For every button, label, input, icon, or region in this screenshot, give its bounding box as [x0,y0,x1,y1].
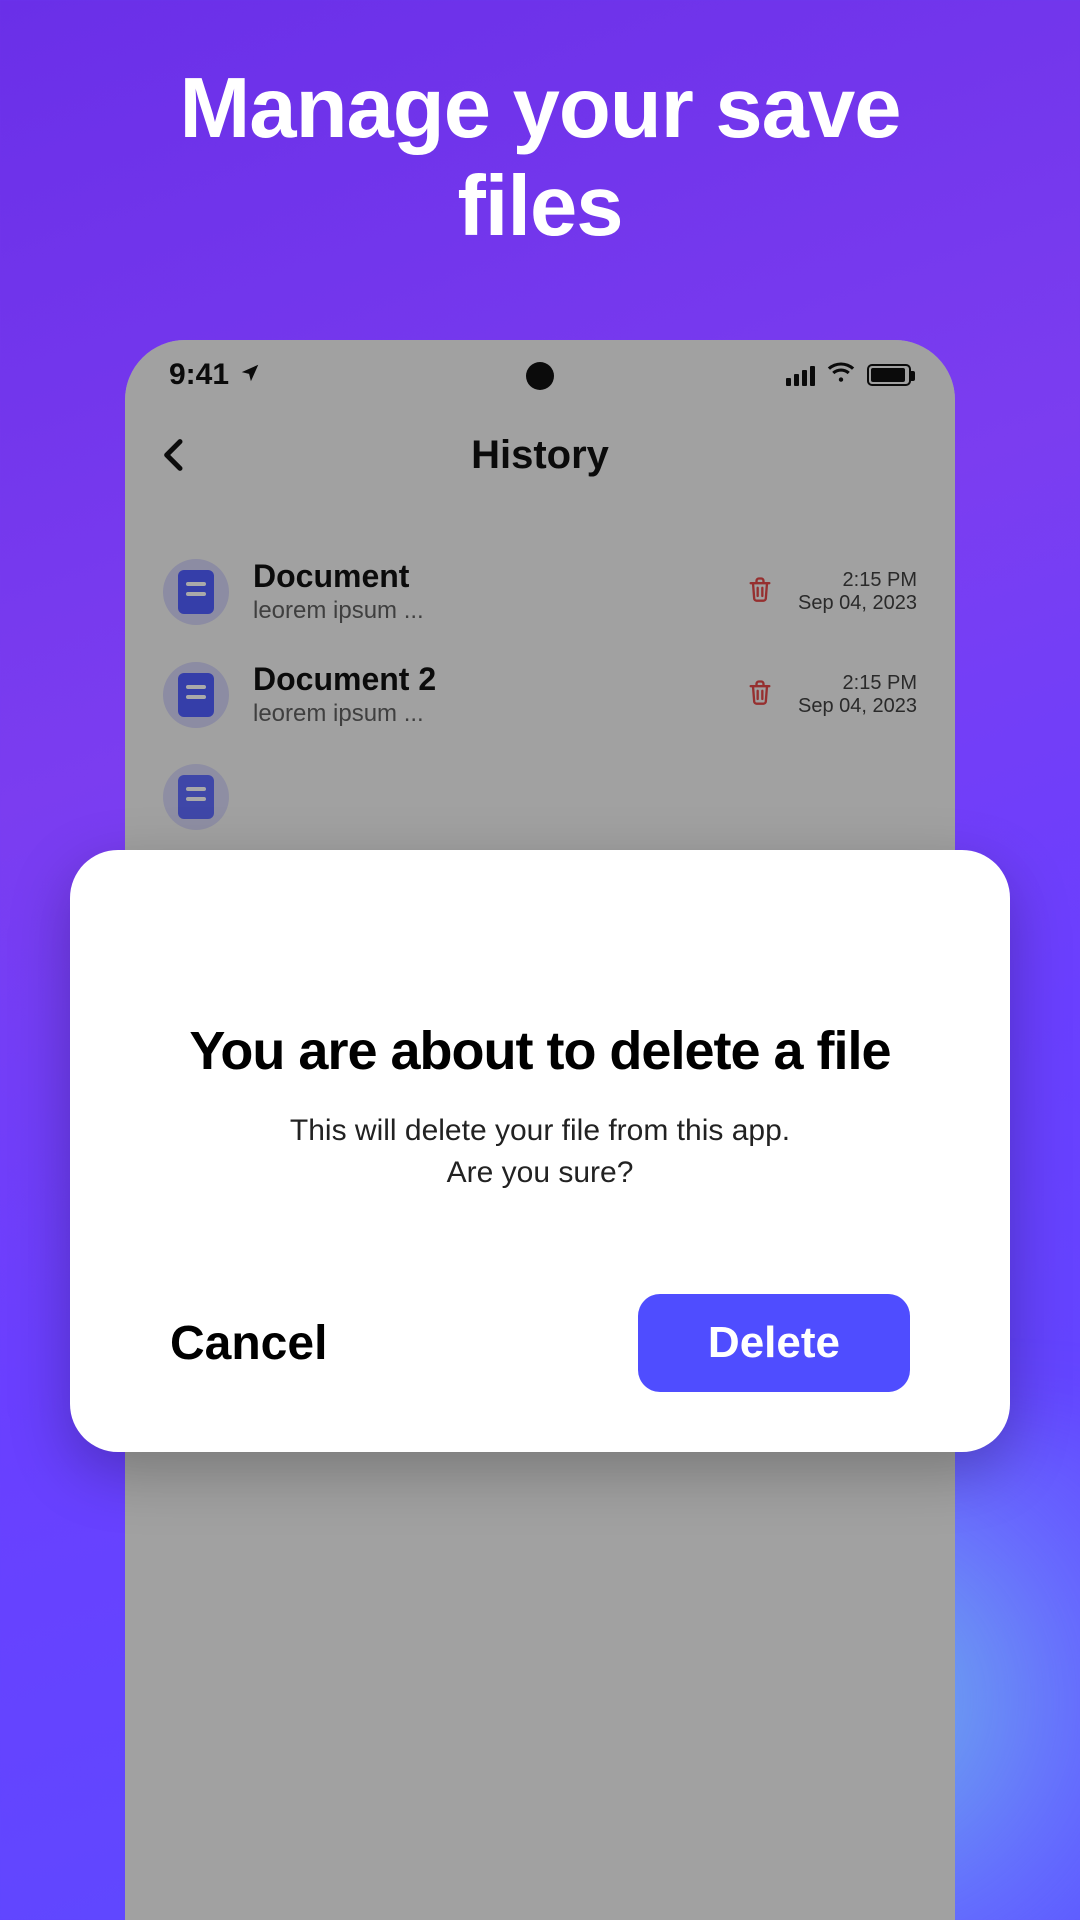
back-button[interactable] [155,435,195,475]
file-subtitle: leorem ipsum ... [253,597,722,625]
list-item-text: Document leorem ipsum ... [253,558,722,625]
file-meta: 2:15 PM Sep 04, 2023 [798,569,917,615]
file-date: Sep 04, 2023 [798,592,917,615]
file-title: Document 2 [253,661,722,698]
delete-file-button[interactable] [746,677,774,712]
file-meta: 2:15 PM Sep 04, 2023 [798,672,917,718]
document-icon [163,764,229,830]
status-bar: 9:41 [125,340,955,410]
dialog-body-line1: This will delete your file from this app… [290,1114,790,1147]
delete-confirm-dialog: You are about to delete a file This will… [70,850,1010,1452]
camera-dot [526,362,554,390]
status-left: 9:41 [169,358,261,392]
status-time: 9:41 [169,358,229,392]
promo-title-line2: files [457,159,622,254]
file-time: 2:15 PM [798,672,917,695]
file-subtitle: leorem ipsum ... [253,700,722,728]
list-item[interactable]: Document leorem ipsum ... 2:15 PM Sep 04… [155,540,925,643]
wifi-icon [827,358,855,392]
list-item[interactable] [155,746,925,848]
file-date: Sep 04, 2023 [798,695,917,718]
delete-file-button[interactable] [746,574,774,609]
list-item[interactable]: Document 2 leorem ipsum ... 2:15 PM Sep … [155,643,925,746]
nav-header: History [125,410,955,500]
dialog-body: This will delete your file from this app… [140,1110,940,1194]
cancel-button[interactable]: Cancel [170,1316,327,1371]
file-title: Document [253,558,722,595]
promo-title-line1: Manage your save [180,61,901,156]
promo-title: Manage your save files [0,60,1080,256]
list-item-text: Document 2 leorem ipsum ... [253,661,722,728]
document-icon [163,559,229,625]
location-icon [239,358,261,392]
dialog-actions: Cancel Delete [140,1294,940,1392]
document-icon [163,662,229,728]
status-right [786,358,911,392]
delete-button[interactable]: Delete [638,1294,910,1392]
file-list: Document leorem ipsum ... 2:15 PM Sep 04… [125,500,955,848]
page-title: History [471,433,609,478]
cellular-icon [786,364,815,386]
battery-icon [867,364,911,386]
dialog-title: You are about to delete a file [140,1020,940,1082]
dialog-body-line2: Are you sure? [447,1156,634,1189]
file-time: 2:15 PM [798,569,917,592]
